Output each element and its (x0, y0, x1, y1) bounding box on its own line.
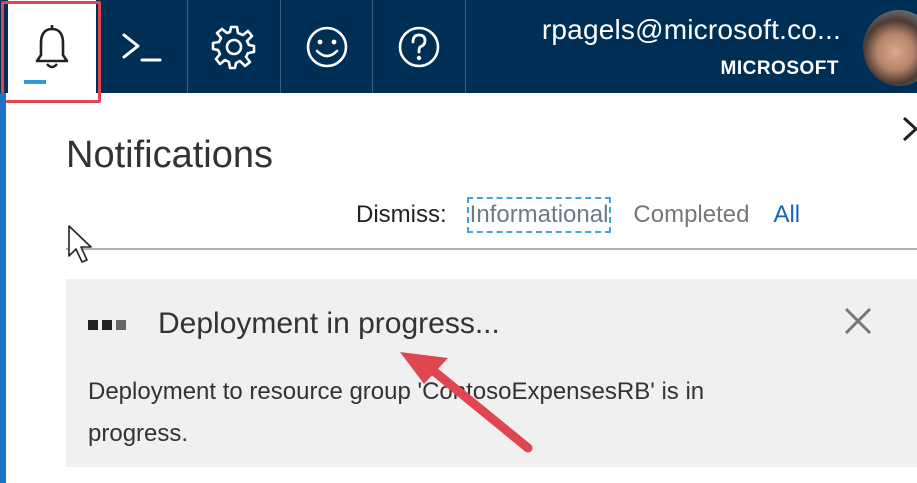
dismiss-completed-link[interactable]: Completed (633, 201, 749, 229)
panel-left-accent (0, 93, 6, 483)
highlight-annotation (1, 1, 101, 103)
terminal-icon (122, 33, 161, 61)
gear-icon (211, 25, 256, 69)
dismiss-label: Dismiss: (356, 201, 447, 228)
notification-card[interactable]: Deployment in progress... Deployment to … (66, 279, 917, 467)
progress-dots-icon (88, 320, 126, 330)
chevron-right-icon[interactable] (900, 114, 917, 150)
feedback-button[interactable] (281, 0, 372, 93)
top-bar: rpagels@microsoft.co... MICROSOFT (0, 0, 917, 93)
smiley-icon (306, 26, 347, 67)
mouse-cursor-icon (68, 225, 92, 263)
user-name[interactable]: rpagels@microsoft.co... (542, 14, 841, 46)
help-button[interactable] (373, 0, 465, 93)
dismiss-all-link[interactable]: All (773, 201, 800, 229)
panel-title: Notifications (66, 134, 273, 176)
question-icon (398, 26, 440, 67)
user-organization[interactable]: MICROSOFT (721, 58, 840, 80)
dismiss-row: Dismiss: Informational Completed All (356, 197, 800, 233)
divider (66, 248, 917, 250)
notification-body: Deployment to resource group 'ContosoExp… (88, 378, 705, 447)
dismiss-informational-link[interactable]: Informational (466, 197, 612, 233)
settings-button[interactable] (188, 0, 280, 93)
user-avatar[interactable] (863, 10, 917, 86)
close-icon[interactable] (842, 305, 874, 337)
cloud-shell-button[interactable] (96, 0, 187, 93)
notification-title: Deployment in progress... (158, 307, 500, 340)
